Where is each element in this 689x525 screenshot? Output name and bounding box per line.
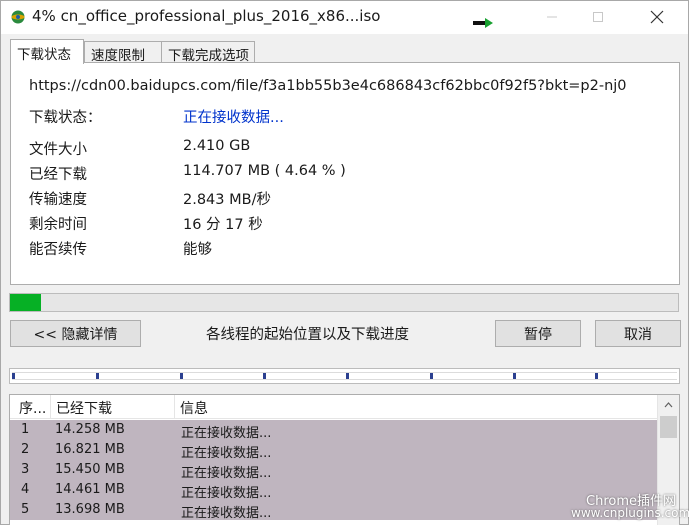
thread-start-marker [430,373,433,379]
thread-start-marker [96,373,99,379]
row-downloaded: 15.450 MB [55,462,125,477]
row-info: 正在接收数据... [181,506,272,521]
download-window: 4% cn_office_professional_plus_2016_x86.… [0,0,689,525]
scroll-thumb[interactable] [660,416,677,438]
column-index-header[interactable]: 序... [19,398,46,418]
maximize-icon [593,12,603,22]
cancel-button[interactable]: 取消 [595,320,681,347]
row-index: 3 [21,462,30,477]
table-row[interactable]: 1 14.258 MB 正在接收数据... [10,420,657,441]
status-value: 正在接收数据... [183,110,284,126]
thread-start-marker [513,373,516,379]
row-info: 正在接收数据... [181,446,272,461]
thread-progress-bar [9,368,680,384]
tab-completion-options[interactable]: 下载完成选项 [161,41,255,64]
app-icon [9,9,27,25]
scroll-up-button[interactable] [658,395,679,415]
resumable-value: 能够 [183,242,212,258]
row-downloaded: 13.698 MB [55,502,125,517]
tab-speed-limit[interactable]: 速度限制 [84,41,162,64]
close-icon [650,10,664,24]
table-row[interactable]: 5 13.698 MB 正在接收数据... [10,500,657,521]
column-downloaded-header[interactable]: 已经下载 [56,398,112,418]
download-progress-bar [9,293,679,312]
maximize-button[interactable] [575,1,621,33]
thread-list-header: 序... 已经下载 信息 [10,395,657,419]
table-row[interactable]: 4 14.461 MB 正在接收数据... [10,480,657,501]
row-downloaded: 14.258 MB [55,422,125,437]
thread-start-marker [595,373,598,379]
thread-track [12,372,677,380]
row-downloaded: 14.461 MB [55,482,125,497]
threads-caption: 各线程的起始位置以及下载进度 [206,327,409,343]
hide-details-button[interactable]: << 隐藏详情 [10,320,141,347]
remaining-time-label: 剩余时间 [29,217,87,233]
row-index: 4 [21,482,30,497]
thread-start-marker [263,373,266,379]
progress-fill [10,294,41,311]
downloaded-value: 114.707 MB ( 4.64 % ) [183,163,346,179]
watermark-line2: www.cnplugins.com [571,506,689,520]
column-divider[interactable] [50,395,51,419]
row-index: 1 [21,422,30,437]
remaining-time-value: 16 分 17 秒 [183,217,263,233]
status-panel: https://cdn00.baidupcs.com/file/f3a1bb55… [10,62,680,285]
minimize-button[interactable] [529,1,575,33]
row-info: 正在接收数据... [181,426,272,441]
resumable-label: 能否续传 [29,242,87,258]
minimize-icon [547,16,557,18]
tab-download-status[interactable]: 下载状态 [10,39,84,64]
table-row[interactable]: 2 16.821 MB 正在接收数据... [10,440,657,461]
row-info: 正在接收数据... [181,466,272,481]
column-info-header[interactable]: 信息 [180,398,208,418]
title-bar[interactable]: 4% cn_office_professional_plus_2016_x86.… [1,1,688,34]
file-size-value: 2.410 GB [183,138,251,154]
row-index: 2 [21,442,30,457]
row-downloaded: 16.821 MB [55,442,125,457]
row-info: 正在接收数据... [181,486,272,501]
row-index: 5 [21,502,30,517]
pause-button[interactable]: 暂停 [495,320,581,347]
close-button[interactable] [634,1,680,33]
speed-value: 2.843 MB/秒 [183,192,271,208]
window-title: 4% cn_office_professional_plus_2016_x86.… [32,7,381,25]
column-divider[interactable] [174,395,175,419]
chevron-up-icon [664,402,673,408]
thread-start-marker [346,373,349,379]
green-arrow-icon [473,16,493,32]
download-url: https://cdn00.baidupcs.com/file/f3a1bb55… [29,78,627,94]
thread-start-marker [180,373,183,379]
status-label: 下载状态： [29,110,102,126]
downloaded-label: 已经下载 [29,167,87,183]
speed-label: 传输速度 [29,192,87,208]
file-size-label: 文件大小 [29,142,87,158]
thread-start-marker [12,373,15,379]
table-row[interactable]: 3 15.450 MB 正在接收数据... [10,460,657,481]
